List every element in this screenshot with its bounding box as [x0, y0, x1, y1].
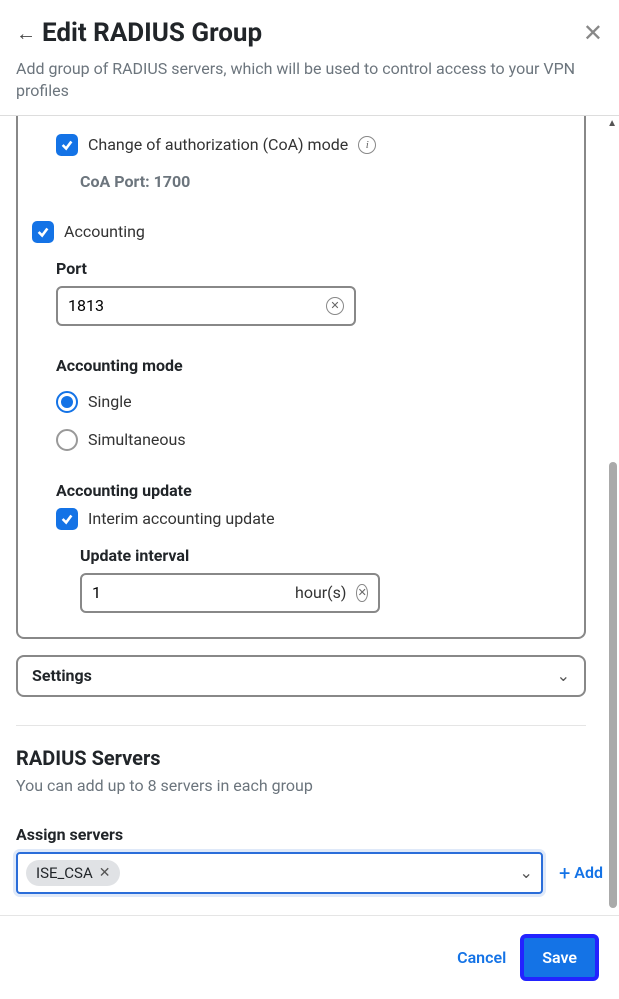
interval-unit: hour(s)	[295, 583, 346, 602]
accounting-checkbox[interactable]	[32, 221, 54, 243]
radio-simul-label: Simultaneous	[88, 430, 186, 449]
radio-single-label: Single	[88, 392, 132, 411]
radio-single-circle	[56, 391, 78, 413]
accounting-row: Accounting	[32, 221, 570, 243]
server-chip: ISE_CSA ✕	[26, 860, 120, 886]
scrollbar[interactable]: ▲ ▼	[607, 116, 617, 926]
coa-checkbox[interactable]	[56, 134, 78, 156]
chevron-down-icon: ⌄	[557, 666, 570, 685]
config-panel: Change of authorization (CoA) mode i CoA…	[16, 116, 586, 639]
interim-checkbox[interactable]	[56, 508, 78, 530]
radio-single[interactable]: Single	[56, 391, 570, 413]
chip-remove-icon[interactable]: ✕	[99, 865, 111, 881]
dialog-header: ← Edit RADIUS Group ✕ Add group of RADIU…	[0, 0, 619, 115]
dialog-footer: Cancel Save	[0, 915, 619, 999]
back-arrow-icon[interactable]: ←	[16, 21, 36, 46]
plus-icon: +	[559, 861, 570, 885]
interval-input-wrap: hour(s) ✕	[80, 573, 380, 613]
dialog-title: Edit RADIUS Group	[42, 18, 577, 48]
servers-subtitle: You can add up to 8 servers in each grou…	[16, 776, 603, 795]
assign-dropdown[interactable]: ISE_CSA ✕ ⌄	[16, 852, 543, 894]
radio-simul-circle	[56, 429, 78, 451]
radius-servers-section: RADIUS Servers You can add up to 8 serve…	[16, 746, 603, 926]
accounting-mode-label: Accounting mode	[56, 356, 570, 375]
clear-icon[interactable]: ✕	[326, 297, 344, 315]
settings-accordion[interactable]: Settings ⌄	[16, 655, 586, 697]
chip-label: ISE_CSA	[36, 864, 93, 882]
info-icon[interactable]: i	[358, 136, 376, 154]
scroll-up-icon[interactable]: ▲	[607, 118, 617, 129]
accounting-update-label: Accounting update	[56, 481, 570, 500]
assign-label: Assign servers	[16, 825, 603, 844]
assign-row: ISE_CSA ✕ ⌄ + Add	[16, 852, 603, 894]
add-button[interactable]: + Add	[559, 861, 603, 885]
coa-label: Change of authorization (CoA) mode	[88, 135, 348, 154]
port-label: Port	[56, 259, 570, 278]
interval-label: Update interval	[80, 546, 570, 565]
cancel-button[interactable]: Cancel	[457, 948, 506, 967]
chevron-down-icon[interactable]: ⌄	[520, 863, 533, 882]
coa-port-row: CoA Port: 1700	[80, 172, 570, 191]
add-label: Add	[574, 863, 603, 882]
coa-row: Change of authorization (CoA) mode i	[56, 134, 570, 156]
radio-simultaneous[interactable]: Simultaneous	[56, 429, 570, 451]
port-input[interactable]	[68, 296, 326, 315]
settings-label: Settings	[32, 666, 92, 685]
servers-title: RADIUS Servers	[16, 746, 603, 770]
clear-icon[interactable]: ✕	[356, 584, 368, 602]
interval-input[interactable]	[92, 583, 295, 602]
port-input-wrap: ✕	[56, 286, 356, 326]
interim-row: Interim accounting update	[56, 508, 570, 530]
dialog-subtitle: Add group of RADIUS servers, which will …	[16, 58, 603, 103]
save-button[interactable]: Save	[520, 934, 599, 981]
accounting-label: Accounting	[64, 222, 145, 241]
divider	[16, 725, 586, 726]
coa-port-label: CoA Port: 1700	[80, 172, 190, 191]
close-icon[interactable]: ✕	[583, 19, 603, 47]
scroll-area: Change of authorization (CoA) mode i CoA…	[0, 116, 619, 926]
scrollbar-thumb[interactable]	[609, 462, 617, 908]
interim-label: Interim accounting update	[88, 509, 275, 528]
